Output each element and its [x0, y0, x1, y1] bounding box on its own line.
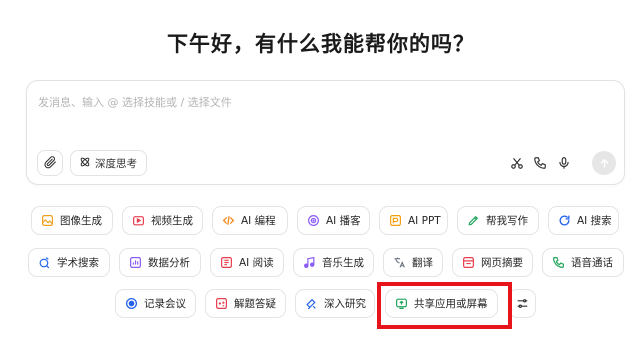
web-summary-icon: [461, 256, 475, 270]
skill-voice-call[interactable]: 语音通话: [542, 248, 624, 277]
chart-icon: [128, 256, 142, 270]
record-icon: [124, 297, 138, 311]
reading-icon: [219, 256, 233, 270]
phone-icon: [551, 256, 565, 270]
skill-label: 网页摘要: [481, 257, 523, 269]
skill-label: AI 阅读: [239, 257, 274, 269]
translate-icon: [392, 256, 406, 270]
skill-translate[interactable]: 翻译: [383, 248, 443, 277]
video-gen-icon: [131, 214, 145, 228]
skill-label: 音乐生成: [322, 257, 364, 269]
academic-icon: [37, 256, 51, 270]
sliders-icon: [515, 297, 529, 311]
skill-ai-coding[interactable]: AI 编程: [212, 206, 288, 235]
skill-academic-search[interactable]: 学术搜索: [28, 248, 110, 277]
skill-label: 语音通话: [571, 257, 613, 269]
greeting-title: 下午好，有什么我能帮你的吗？: [167, 32, 475, 56]
microphone-icon[interactable]: [555, 154, 573, 172]
paperclip-icon: [43, 154, 57, 173]
solve-icon: [214, 297, 228, 311]
scissors-icon[interactable]: [508, 154, 526, 172]
composer-placeholder[interactable]: 发消息、输入 @ 选择技能或 / 选择文件: [38, 94, 232, 110]
skill-ai-search[interactable]: AI 搜索: [548, 206, 619, 235]
ppt-icon: [388, 214, 402, 228]
skill-record-meeting[interactable]: 记录会议: [115, 289, 196, 318]
skill-label: 学术搜索: [57, 257, 99, 269]
skill-ai-reading[interactable]: AI 阅读: [210, 248, 284, 277]
attach-button[interactable]: [37, 150, 63, 176]
skill-writing[interactable]: 帮我写作: [457, 206, 539, 235]
skill-video-generation[interactable]: 视频生成: [122, 206, 203, 235]
phone-call-icon[interactable]: [531, 154, 549, 172]
research-icon: [304, 297, 318, 311]
skill-label: 图像生成: [60, 215, 102, 227]
skill-label: 解题答疑: [234, 298, 276, 310]
send-button[interactable]: [592, 151, 616, 175]
skill-image-generation[interactable]: 图像生成: [31, 206, 113, 235]
skill-label: 深入研究: [324, 298, 366, 310]
search-icon: [557, 214, 571, 228]
skill-label: 共享应用或屏幕: [414, 298, 488, 310]
skill-label: 数据分析: [148, 257, 190, 269]
skill-data-analysis[interactable]: 数据分析: [119, 248, 201, 277]
skill-label: 视频生成: [151, 215, 193, 227]
skill-deep-research[interactable]: 深入研究: [295, 289, 375, 318]
skill-label: 翻译: [412, 257, 433, 269]
skill-music-generation[interactable]: 音乐生成: [293, 248, 374, 277]
share-screen-icon: [394, 297, 408, 311]
skill-problem-solving[interactable]: 解题答疑: [205, 289, 286, 318]
skill-label: 帮我写作: [486, 215, 528, 227]
skill-label: AI 搜索: [577, 215, 612, 227]
message-composer[interactable]: 发消息、输入 @ 选择技能或 / 选择文件 深度思考: [26, 80, 625, 185]
skill-label: AI 播客: [326, 215, 361, 227]
deep-think-button[interactable]: 深度思考: [70, 150, 147, 176]
code-icon: [221, 214, 235, 228]
skill-ai-ppt[interactable]: AI PPT: [379, 206, 448, 235]
image-gen-icon: [40, 214, 54, 228]
pen-icon: [466, 214, 480, 228]
skill-label: AI 编程: [241, 215, 276, 227]
skill-label: AI PPT: [408, 214, 441, 227]
skill-label: 记录会议: [144, 298, 186, 310]
skills-settings-button[interactable]: [508, 289, 536, 318]
arrow-up-icon: [599, 154, 610, 173]
skill-web-summary[interactable]: 网页摘要: [452, 248, 533, 277]
skill-share-screen[interactable]: 共享应用或屏幕: [385, 289, 498, 318]
atom-icon: [79, 156, 91, 171]
podcast-icon: [306, 214, 320, 228]
skill-ai-podcast[interactable]: AI 播客: [297, 206, 370, 235]
deep-think-label: 深度思考: [95, 157, 137, 170]
music-icon: [302, 256, 316, 270]
